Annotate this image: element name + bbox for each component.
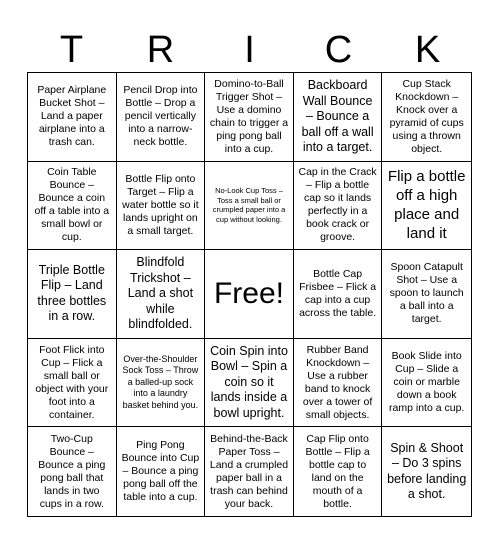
bingo-cell[interactable]: Bottle Flip onto Target – Flip a water b… xyxy=(116,161,206,251)
bingo-cell[interactable]: Book Slide into Cup – Slide a coin or ma… xyxy=(382,339,471,428)
cell-text: Cap in the Crack – Flip a bottle cap so … xyxy=(298,166,377,244)
bingo-cell[interactable]: Coin Spin into Bowl – Spin a coin so it … xyxy=(205,338,294,428)
bingo-cell[interactable]: Rubber Band Knockdown – Use a rubber ban… xyxy=(293,338,383,428)
bingo-cell[interactable]: Bottle Cap Frisbee – Flick a cap into a … xyxy=(293,250,383,339)
cell-text: No-Look Cup Toss – Toss a small ball or … xyxy=(212,186,286,224)
cell-text: Cap Flip onto Bottle – Flip a bottle cap… xyxy=(305,432,370,510)
bingo-cell[interactable]: Paper Airplane Bucket Shot – Land a pape… xyxy=(28,73,117,162)
bingo-cell[interactable]: Domino-to-Ball Trigger Shot – Use a domi… xyxy=(205,73,294,162)
bingo-cell[interactable]: Coin Table Bounce – Bounce a coin off a … xyxy=(28,161,117,251)
bingo-cell[interactable]: Pencil Drop into Bottle – Drop a pencil … xyxy=(116,73,206,162)
bingo-cell[interactable]: Spoon Catapult Shot – Use a spoon to lau… xyxy=(382,250,471,339)
cell-text: Backboard Wall Bounce – Bounce a ball of… xyxy=(301,78,374,155)
bingo-cell[interactable]: Over-the-Shoulder Sock Toss – Throw a ba… xyxy=(116,338,206,428)
cell-text: Foot Flick into Cup – Flick a small ball… xyxy=(35,343,109,421)
title-letter-c: C xyxy=(324,29,353,71)
cell-text: Coin Table Bounce – Bounce a coin off a … xyxy=(34,166,110,244)
cell-text: Bottle Flip onto Target – Flip a water b… xyxy=(122,172,199,237)
bingo-cell[interactable]: Cup Stack Knockdown – Knock over a pyram… xyxy=(382,73,471,162)
cell-text: Rubber Band Knockdown – Use a rubber ban… xyxy=(302,343,373,421)
cell-text: Paper Airplane Bucket Shot – Land a pape… xyxy=(37,84,107,149)
bingo-cell[interactable]: Foot Flick into Cup – Flick a small ball… xyxy=(28,338,117,428)
cell-text: Over-the-Shoulder Sock Toss – Throw a ba… xyxy=(122,353,199,410)
title-letter-k: K xyxy=(414,29,441,71)
bingo-cell[interactable]: Two-Cup Bounce – Bounce a ping pong ball… xyxy=(28,427,117,516)
bingo-grid: Paper Airplane Bucket Shot – Land a pape… xyxy=(27,72,472,517)
cell-text: Cup Stack Knockdown – Knock over a pyram… xyxy=(389,77,464,155)
title-letter-t: T xyxy=(59,29,84,71)
cell-text: Ping Pong Bounce into Cup – Bounce a pin… xyxy=(121,439,200,504)
bingo-title: T R I C K xyxy=(27,28,472,72)
cell-text: Spin & Shoot – Do 3 spins before landing… xyxy=(387,440,467,502)
bingo-cell[interactable]: Ping Pong Bounce into Cup – Bounce a pin… xyxy=(117,427,206,516)
cell-text: Behind-the-Back Paper Toss – Land a crum… xyxy=(209,432,289,510)
title-letter-i: I xyxy=(244,29,255,71)
cell-text: Book Slide into Cup – Slide a coin or ma… xyxy=(389,350,465,415)
bingo-cell[interactable]: Cap Flip onto Bottle – Flip a bottle cap… xyxy=(294,427,383,516)
cell-text: Triple Bottle Flip – Land three bottles … xyxy=(37,262,107,324)
bingo-cell[interactable]: Cap in the Crack – Flip a bottle cap so … xyxy=(293,161,383,251)
bingo-cell[interactable]: Flip a bottle off a high place and land … xyxy=(382,162,471,251)
cell-text: Pencil Drop into Bottle – Drop a pencil … xyxy=(123,84,198,149)
free-space-label: Free! xyxy=(213,276,284,310)
bingo-cell[interactable]: Backboard Wall Bounce – Bounce a ball of… xyxy=(293,73,383,162)
cell-text: Flip a bottle off a high place and land … xyxy=(387,168,466,243)
bingo-cell[interactable]: Spin & Shoot – Do 3 spins before landing… xyxy=(382,427,471,516)
cell-text: Domino-to-Ball Trigger Shot – Use a domi… xyxy=(209,77,289,155)
cell-text: Coin Spin into Bowl – Spin a coin so it … xyxy=(210,343,288,420)
cell-text: Spoon Catapult Shot – Use a spoon to lau… xyxy=(389,261,464,326)
cell-text: Blindfold Trickshot – Land a shot while … xyxy=(127,255,194,332)
free-space-cell[interactable]: Free! xyxy=(205,250,294,339)
cell-text: Bottle Cap Frisbee – Flick a cap into a … xyxy=(299,267,377,319)
cell-text: Two-Cup Bounce – Bounce a ping pong ball… xyxy=(38,432,106,510)
bingo-cell[interactable]: Behind-the-Back Paper Toss – Land a crum… xyxy=(205,427,294,516)
bingo-cell[interactable]: Triple Bottle Flip – Land three bottles … xyxy=(28,250,117,339)
title-letter-r: R xyxy=(146,29,175,71)
bingo-cell[interactable]: Blindfold Trickshot – Land a shot while … xyxy=(116,250,206,339)
bingo-cell[interactable]: No-Look Cup Toss – Toss a small ball or … xyxy=(205,161,294,251)
